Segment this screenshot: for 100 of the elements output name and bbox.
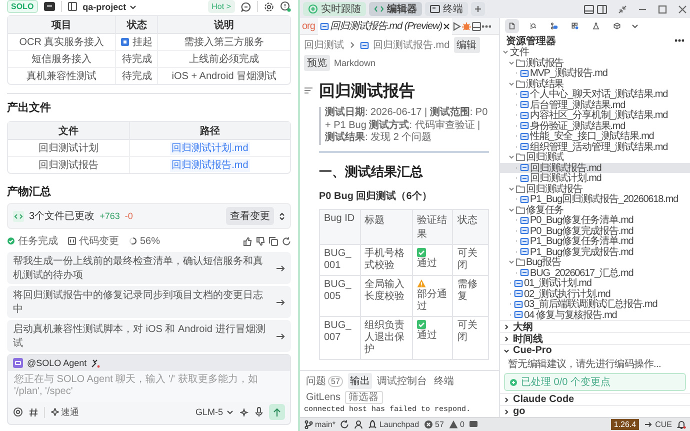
file-link[interactable]: 回归测试报告.md [170, 159, 250, 172]
section-header[interactable]: 时间线 [500, 333, 690, 344]
error-icon[interactable] [424, 420, 434, 429]
view-tab[interactable]: 实时跟随 [303, 2, 366, 16]
file-item[interactable]: 回归测试报告.md [500, 162, 690, 173]
copy-icon[interactable] [269, 236, 278, 246]
file-item[interactable]: 组织管理_活动管理_测试结果.md [500, 142, 690, 152]
suggestion-button[interactable]: 将回归测试报告中的修复记录同步到项目文档的变更日志中 [7, 286, 291, 318]
panel-tab[interactable]: 输出 [348, 373, 372, 389]
project-selector[interactable]: qa-project [82, 2, 138, 12]
expand-icon[interactable] [279, 212, 285, 220]
check-icon [416, 248, 426, 256]
markdown-file-icon [520, 216, 529, 225]
file-item[interactable]: 04 修复与复核报告.md [500, 310, 690, 320]
file-item[interactable]: P1_Bug修复任务清单.md [500, 236, 690, 246]
panel-tab[interactable]: GitLens [304, 391, 342, 404]
settings-icon[interactable] [264, 2, 274, 12]
thumbs-down-icon[interactable] [256, 236, 265, 246]
file-item[interactable]: P1_Bug修复完成报告.md [500, 246, 690, 257]
sync-icon[interactable] [340, 420, 350, 429]
filter-field[interactable]: 筛选器 [345, 391, 384, 404]
folder-item[interactable]: Bug报告 [500, 257, 690, 268]
view-mode-button[interactable]: 预览 [304, 55, 330, 71]
help-icon[interactable] [280, 1, 291, 12]
add-tab-button[interactable] [471, 2, 485, 16]
folder-item[interactable]: 回归测试 [500, 152, 690, 162]
file-item[interactable]: P0_Bug修复完成报告.md [500, 226, 690, 236]
editor-tab[interactable]: 回归测试报告.md (Preview) [318, 18, 452, 34]
panel-tab[interactable]: 调试控制台 [374, 373, 429, 389]
suggestion-button[interactable]: 启动真机兼容性测试脚本，对 iOS 和 Android 进行冒烟测试 [7, 320, 291, 352]
file-item[interactable]: BUG_20260617_汇总.md [500, 268, 690, 278]
cue-label[interactable]: CUE [655, 420, 672, 429]
close-icon[interactable] [443, 22, 450, 30]
file-item[interactable]: 01_测试计划.md [500, 278, 690, 288]
file-item[interactable]: 身份验证_测试结果.md [500, 120, 690, 131]
branch-name[interactable]: main* [315, 420, 336, 429]
warning-count[interactable]: 0 [460, 420, 464, 429]
file-link[interactable]: 回归测试计划.md [170, 142, 250, 155]
file-item[interactable]: 性能_安全_接口_测试结果.md [500, 131, 690, 142]
microphone-icon[interactable] [255, 407, 263, 417]
chevron-down-icon[interactable] [631, 22, 639, 30]
message-icon[interactable] [469, 420, 478, 429]
screen-icon[interactable] [44, 2, 55, 12]
section-header[interactable]: Cue-Pro [500, 345, 690, 356]
file-item[interactable]: P1_Bug回归测试报告_20260618.md [500, 194, 690, 204]
file-item[interactable]: 个人中心_聊天对话_测试结果.md [500, 89, 690, 100]
folder-item[interactable]: 测试报告 [500, 58, 690, 68]
file-item[interactable]: 回归测试计划.md [500, 173, 690, 184]
file-item[interactable]: 后台管理_测试结果.md [500, 100, 690, 110]
mention-icon[interactable] [13, 407, 23, 417]
run-icon[interactable] [453, 22, 462, 30]
thumbs-up-icon[interactable] [243, 236, 252, 246]
shrink-icon[interactable] [618, 4, 627, 14]
error-count[interactable]: 57 [435, 420, 444, 429]
more-icon[interactable] [675, 39, 684, 42]
more-icon[interactable] [482, 24, 492, 28]
section-header[interactable]: Claude Code [500, 394, 690, 405]
accounts-icon[interactable] [354, 420, 364, 429]
launchpad-label[interactable]: Launchpad [379, 420, 420, 429]
view-changes-button[interactable]: 查看变更 [226, 207, 274, 225]
chat-icon[interactable] [241, 2, 251, 12]
folder-item[interactable]: 文件 [500, 47, 690, 58]
folder-item[interactable]: 修复任务 [500, 204, 690, 215]
bell-icon[interactable] [677, 420, 686, 429]
view-tab[interactable]: 终端 [425, 2, 468, 16]
refresh-icon[interactable] [282, 236, 291, 246]
maximize-icon[interactable] [658, 4, 667, 14]
file-item[interactable]: 03_前后端联调测试汇总报告.md [500, 299, 690, 310]
split-editor-icon[interactable] [472, 22, 482, 30]
suggestion-button[interactable]: 帮我生成一份上线前的最终检查清单，确认短信服务和真机测试的待办项 [7, 252, 291, 284]
breadcrumb[interactable]: 回归测试 [304, 38, 344, 52]
version-badge[interactable]: 1.26.4 [610, 419, 640, 430]
tools-icon[interactable] [90, 358, 100, 368]
model-selector[interactable]: GLM-5 [195, 407, 234, 417]
panel-tab[interactable]: 终端 [432, 373, 456, 389]
send-button[interactable] [269, 404, 285, 420]
folder-item[interactable]: 回归测试报告 [500, 184, 690, 194]
file-item[interactable]: 内容社区_分享机制_测试结果.md [500, 110, 690, 120]
split-icon[interactable] [597, 4, 607, 14]
folder-item[interactable]: 测试结果 [500, 78, 690, 89]
bug-icon[interactable] [462, 22, 472, 30]
sparkle-plus-icon[interactable] [240, 408, 249, 416]
breadcrumb[interactable]: 回归测试报告.md [373, 38, 450, 52]
panel-icon[interactable] [584, 4, 594, 14]
section-header[interactable]: 大纲 [500, 321, 690, 332]
mode-button[interactable]: 速通 [51, 406, 79, 418]
view-mode-button[interactable]: 编辑 [454, 37, 480, 53]
files-icon[interactable] [505, 19, 519, 33]
file-item[interactable]: 02_测试执行计划.md [500, 288, 690, 299]
branch-icon[interactable] [304, 420, 313, 429]
file-item[interactable]: P0_Bug修复任务清单.md [500, 215, 690, 226]
file-item[interactable]: MVP_测试报告.md [500, 68, 690, 78]
warning-icon[interactable] [448, 420, 458, 429]
panel-tab[interactable]: 问题 57 [304, 373, 345, 389]
chat-composer[interactable]: @SOLO Agent 您正在与 SOLO Agent 聊天，输入 '/' 获取更多能力，如 '/plan', '/spec' 速通 GLM-5 [7, 354, 291, 425]
outline-icon[interactable] [304, 87, 313, 94]
hash-icon[interactable] [29, 408, 38, 416]
sidebar-icon[interactable] [68, 2, 77, 12]
view-tab[interactable]: 编辑器 [369, 2, 422, 16]
section-header[interactable]: go [500, 406, 690, 417]
